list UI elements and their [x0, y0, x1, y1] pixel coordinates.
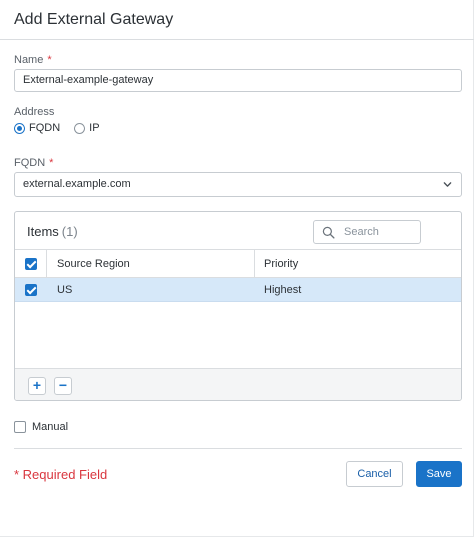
name-field[interactable]: External-example-gateway — [14, 69, 462, 92]
add-item-button[interactable]: + — [28, 377, 46, 395]
items-table-header: Items (1) — [15, 212, 461, 250]
fqdn-label-row: FQDN * — [14, 157, 53, 169]
fqdn-select-value: external.example.com — [23, 178, 131, 190]
address-radio-group: FQDN IP — [14, 121, 114, 135]
column-header-source-region[interactable]: Source Region — [57, 250, 130, 277]
table-footer-toolbar: + − — [15, 368, 461, 400]
manual-checkbox-row: Manual — [14, 421, 68, 433]
items-title: Items — [27, 224, 59, 239]
fqdn-radio-label[interactable]: FQDN — [29, 122, 60, 134]
footer-divider — [14, 448, 462, 449]
row-checkbox[interactable] — [25, 283, 37, 296]
search-box[interactable] — [313, 220, 421, 244]
table-column-header: Source Region Priority — [15, 250, 461, 278]
cell-priority: Highest — [264, 283, 302, 296]
fqdn-radio[interactable] — [14, 122, 25, 134]
select-all-cell — [25, 250, 39, 277]
remove-item-button[interactable]: − — [54, 377, 72, 395]
required-field-note: * Required Field — [14, 467, 108, 482]
column-divider — [46, 250, 47, 277]
manual-label[interactable]: Manual — [32, 421, 68, 433]
items-table: Items(1) Source Region Priority — [14, 211, 462, 401]
column-header-priority[interactable]: Priority — [264, 250, 298, 277]
name-label: Name — [14, 54, 44, 66]
select-all-checkbox[interactable] — [25, 257, 37, 270]
cell-source-region: US — [57, 283, 73, 296]
ip-radio-label[interactable]: IP — [89, 122, 99, 134]
manual-checkbox[interactable] — [14, 421, 26, 433]
ip-radio[interactable] — [74, 122, 86, 134]
dialog-title: Add External Gateway — [14, 11, 174, 28]
fqdn-required-mark: * — [49, 157, 54, 169]
chevron-down-icon — [443, 182, 452, 187]
items-count: (1) — [61, 224, 78, 239]
search-icon — [322, 226, 335, 239]
search-input[interactable] — [344, 221, 418, 243]
add-external-gateway-dialog: Add External Gateway Name * External-exam… — [0, 0, 474, 537]
address-label: Address — [14, 106, 55, 118]
name-required-mark: * — [47, 54, 52, 66]
name-label-row: Name * — [14, 54, 52, 66]
table-row[interactable]: US Highest — [15, 278, 461, 302]
save-button[interactable]: Save — [416, 461, 462, 487]
row-select-cell — [25, 278, 39, 301]
items-title-row: Items (1) — [27, 224, 78, 239]
cancel-button[interactable]: Cancel — [346, 461, 403, 487]
fqdn-select[interactable]: external.example.com — [14, 172, 462, 197]
fqdn-label: FQDN — [14, 157, 46, 169]
column-divider — [254, 250, 255, 277]
title-divider — [0, 39, 474, 40]
